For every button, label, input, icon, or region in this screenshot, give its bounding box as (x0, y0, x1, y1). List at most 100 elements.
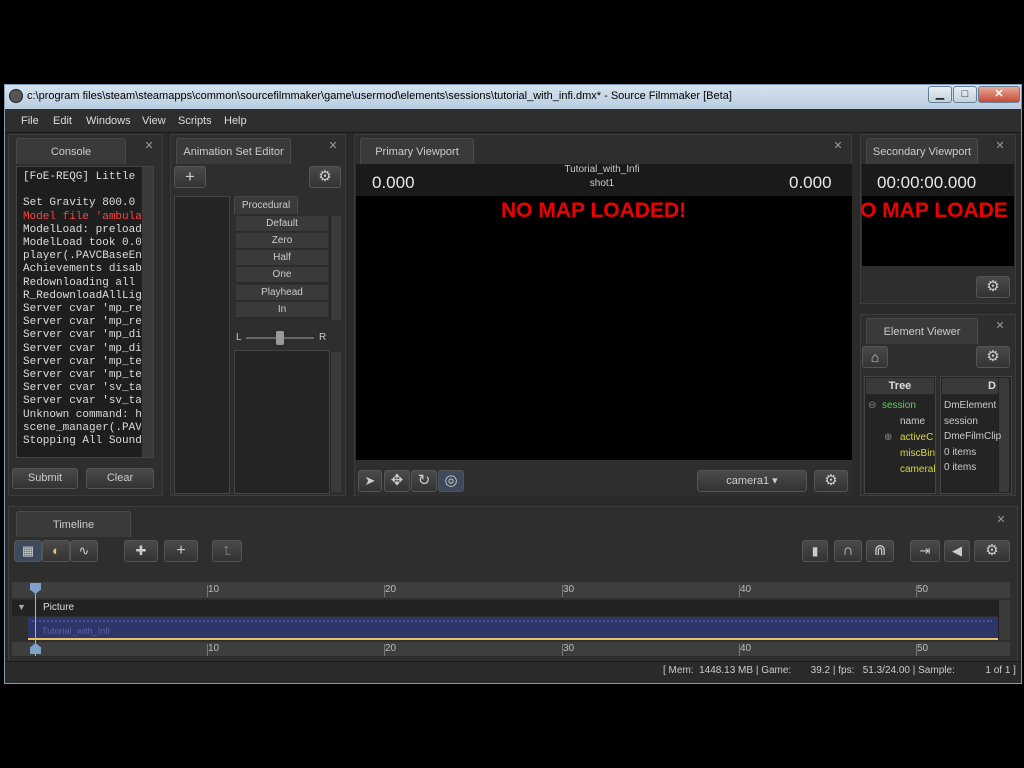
move-tool-button[interactable]: ✥ (384, 470, 410, 492)
console-close-icon[interactable]: ✕ (143, 140, 155, 152)
secondary-settings-button[interactable]: ⚙ (976, 276, 1010, 298)
tab-timeline[interactable]: Timeline (16, 511, 131, 537)
console-scrollbar[interactable] (141, 167, 153, 457)
timeline-tick-label: 40 (740, 643, 752, 654)
value-column-header[interactable]: D (942, 378, 998, 394)
clip-editor-button[interactable]: ▦ (14, 540, 42, 562)
tab-secondary-viewport[interactable]: Secondary Viewport (866, 138, 978, 164)
menu-bar: File Edit Windows View Scripts Help (5, 109, 1021, 133)
tree-item[interactable]: session (882, 400, 916, 411)
tree-value: 0 items (944, 446, 977, 458)
film-icon: ▦ (21, 543, 35, 558)
procedural-one-button[interactable]: One (236, 267, 328, 283)
orbit-tool-button[interactable]: ◎ (438, 470, 464, 492)
close-button[interactable]: ✕ (978, 86, 1020, 103)
snap-frame-button[interactable]: ⋒ (866, 540, 894, 562)
timeline-tick-label: 20 (385, 584, 397, 595)
mute-button[interactable]: ◀ (944, 540, 970, 562)
procedural-zero-button[interactable]: Zero (236, 233, 328, 249)
animation-set-list[interactable] (174, 196, 230, 494)
timeline-ruler-bottom[interactable] (12, 642, 1010, 656)
camera-select[interactable]: camera1 ▾ (697, 470, 807, 492)
primary-settings-button[interactable]: ⚙ (814, 470, 848, 492)
anim-settings-button[interactable]: ⚙ (309, 166, 341, 188)
collapse-node-icon[interactable]: ⊖ (868, 400, 876, 411)
menu-help[interactable]: Help (224, 115, 247, 127)
home-button[interactable]: ⌂ (862, 346, 888, 368)
menu-scripts[interactable]: Scripts (178, 115, 212, 127)
tab-animation-set-editor[interactable]: Animation Set Editor (176, 138, 291, 164)
rotate-icon: ↻ (417, 472, 431, 489)
console-output[interactable]: [FoE-REQG] Little P Set Gravity 800.0 (Mo… (16, 166, 154, 458)
console-line: Server cvar 'mp_tea (23, 369, 149, 381)
tree-item[interactable]: activeC (900, 432, 933, 443)
tree-value: DmeFilmClip (944, 431, 1002, 442)
lock-button[interactable]: ▮ (802, 540, 828, 562)
timeline-tick-label: 10 (208, 643, 220, 654)
timeline-vscrollbar[interactable] (998, 600, 1010, 640)
console-line: Unknown command: he (23, 408, 149, 421)
balance-slider-handle[interactable] (276, 331, 284, 345)
console-line: ModelLoad took 0.01 (23, 237, 149, 249)
anim-close-icon[interactable]: ✕ (327, 140, 339, 152)
tree-value: session (944, 415, 978, 427)
console-line: Server cvar 'sv_tag (23, 382, 149, 395)
motion-editor-button[interactable]: ◐ (42, 540, 70, 562)
rotate-tool-button[interactable]: ↻ (411, 470, 437, 492)
console-line: Server cvar 'sv_tag (23, 395, 149, 408)
tree-value: DmElement (944, 400, 997, 411)
control-list-scrollbar[interactable] (330, 352, 341, 492)
secondary-close-icon[interactable]: ✕ (994, 140, 1006, 152)
console-line: Set Gravity 800.0 ( (23, 197, 149, 210)
menu-windows[interactable]: Windows (86, 115, 131, 127)
console-line: Server cvar 'mp_res (23, 303, 149, 315)
title-bar[interactable]: c:\program files\steam\steamapps\common\… (5, 85, 1021, 109)
timeline-tick-label: 30 (563, 584, 575, 595)
select-tool-button[interactable]: ➤ (358, 470, 382, 492)
clear-button[interactable]: Clear (86, 468, 154, 489)
add-animation-set-button[interactable]: + (174, 166, 206, 188)
secondary-no-map-text: O MAP LOADE (860, 199, 1008, 222)
menu-edit[interactable]: Edit (53, 115, 72, 127)
primary-close-icon[interactable]: ✕ (832, 140, 844, 152)
submit-button[interactable]: Submit (12, 468, 78, 489)
primary-viewport[interactable] (356, 196, 852, 460)
timeline-ruler-top[interactable] (12, 582, 1010, 598)
clip-dots (32, 620, 992, 623)
timeline-close-icon[interactable]: ✕ (995, 514, 1007, 526)
graph-editor-button[interactable]: ∿ (70, 540, 98, 562)
control-list[interactable] (234, 350, 330, 494)
tree-column-header[interactable]: Tree (866, 378, 934, 394)
menu-view[interactable]: View (142, 115, 166, 127)
tab-element-viewer[interactable]: Element Viewer (866, 318, 978, 344)
procedural-playhead-button[interactable]: Playhead (236, 285, 328, 301)
timeline-settings-button[interactable]: ⚙ (974, 540, 1010, 562)
add-bookmark-button[interactable]: ✚ (124, 540, 158, 562)
tree-item[interactable]: cameral (900, 464, 936, 475)
maximize-button[interactable]: □ (953, 86, 977, 103)
tree-item[interactable]: miscBin (900, 448, 935, 459)
collapse-icon[interactable]: ▼ (17, 602, 26, 612)
tab-procedural[interactable]: Procedural (234, 196, 298, 214)
element-close-icon[interactable]: ✕ (994, 320, 1006, 332)
up-level-button[interactable]: ⮤ (212, 540, 242, 562)
balance-right-label: R (319, 332, 327, 343)
add-track-button[interactable]: + (164, 540, 198, 562)
timeline-tick-mark (562, 585, 563, 597)
snap-button[interactable]: ∩ (834, 540, 862, 562)
procedural-half-button[interactable]: Half (236, 250, 328, 266)
tab-primary-viewport[interactable]: Primary Viewport (360, 138, 474, 164)
timeline-tick-label: 10 (208, 584, 220, 595)
menu-file[interactable]: File (21, 115, 39, 127)
procedural-scrollbar[interactable] (330, 216, 341, 320)
jump-end-button[interactable]: ⇥ (910, 540, 940, 562)
procedural-in-button[interactable]: In (236, 302, 328, 318)
tab-console[interactable]: Console (16, 138, 126, 164)
element-settings-button[interactable]: ⚙ (976, 346, 1010, 368)
track-header (12, 600, 1010, 616)
lock-icon: ▮ (811, 544, 819, 558)
procedural-default-button[interactable]: Default (236, 216, 328, 232)
tree-item[interactable]: name (900, 416, 925, 427)
minimize-button[interactable]: ▁ (928, 86, 952, 103)
expand-node-icon[interactable]: ⊕ (884, 432, 892, 443)
